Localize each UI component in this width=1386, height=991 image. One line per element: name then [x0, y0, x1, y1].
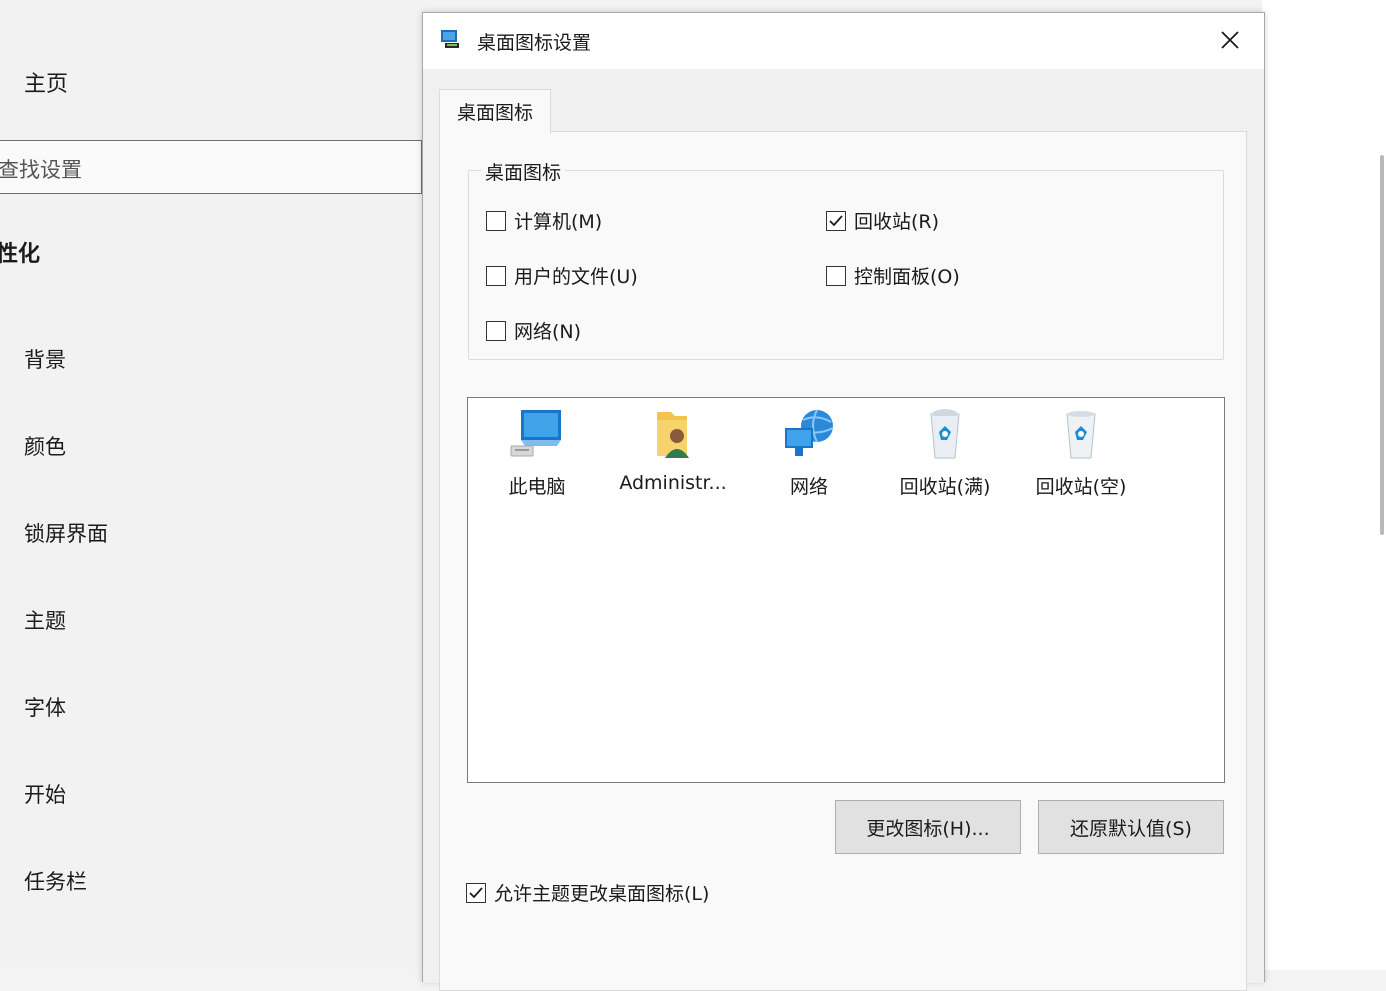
user-folder-icon	[657, 412, 689, 458]
dialog-title: 桌面图标设置	[477, 32, 592, 54]
checkbox-recycle-bin[interactable]: 回收站(R)	[826, 207, 939, 234]
recycle-bin-full-icon	[930, 409, 960, 459]
icon-label: 网络	[789, 476, 828, 498]
group-legend: 桌面图标	[481, 158, 566, 185]
nav-item-background[interactable]: 背景	[24, 344, 66, 374]
tab-area: 桌面图标 桌面图标 计算机(M) 回收站(R) 用户的文件(U) 控制面板(O)…	[423, 69, 1264, 991]
checkbox-box[interactable]	[486, 265, 506, 286]
checkbox-computer[interactable]: 计算机(M)	[486, 207, 602, 234]
icon-label: 此电脑	[508, 476, 566, 498]
nav-item-themes[interactable]: 主题	[24, 605, 66, 635]
nav-item-fonts[interactable]: 字体	[24, 692, 66, 722]
checkbox-label: 控制面板(O)	[854, 266, 960, 288]
change-icon-button[interactable]: 更改图标(H)...	[835, 800, 1021, 854]
icon-label: 回收站(满)	[899, 476, 991, 498]
checkbox-box[interactable]	[826, 265, 846, 286]
restore-default-button[interactable]: 还原默认值(S)	[1038, 800, 1224, 854]
section-title: 性化	[0, 242, 41, 267]
tab-panel: 桌面图标 计算机(M) 回收站(R) 用户的文件(U) 控制面板(O) 网络(N…	[439, 131, 1247, 991]
checkbox-label: 计算机(M)	[514, 211, 603, 233]
nav-item-colors[interactable]: 颜色	[24, 431, 66, 461]
nav-home[interactable]: 主页	[24, 66, 68, 98]
checkbox-network[interactable]: 网络(N)	[486, 317, 581, 344]
checkbox-label: 允许主题更改桌面图标(L)	[494, 883, 710, 905]
checkbox-box[interactable]	[486, 210, 506, 231]
scrollbar[interactable]	[1380, 155, 1384, 535]
checkbox-allow-themes[interactable]: 允许主题更改桌面图标(L)	[466, 879, 709, 906]
checkbox-label: 网络(N)	[514, 321, 582, 343]
checkbox-box[interactable]	[466, 882, 486, 903]
checkbox-control-panel[interactable]: 控制面板(O)	[826, 262, 960, 289]
checkbox-label: 用户的文件(U)	[514, 266, 638, 288]
desktop-icons-group: 桌面图标 计算机(M) 回收站(R) 用户的文件(U) 控制面板(O) 网络(N…	[468, 158, 1224, 360]
settings-content-area	[1262, 0, 1386, 970]
search-placeholder: 查找设置	[0, 158, 82, 182]
recycle-bin-empty-icon	[1066, 411, 1096, 459]
nav-item-taskbar[interactable]: 任务栏	[24, 866, 87, 896]
checkmark-icon	[829, 214, 843, 226]
nav-item-lock-screen[interactable]: 锁屏界面	[24, 518, 108, 548]
icon-list[interactable]: 此电脑 Administr... 网络 回收站(满) 回收站(空)	[467, 397, 1225, 783]
desktop-settings-icon	[441, 30, 459, 48]
icon-item-this-pc[interactable]: 此电脑	[474, 406, 600, 499]
search-input[interactable]: 查找设置	[0, 140, 422, 194]
icon-item-administrator[interactable]: Administr...	[610, 406, 736, 494]
icon-label: Administr...	[619, 472, 727, 494]
nav-item-start[interactable]: 开始	[24, 779, 66, 809]
icon-label: 回收站(空)	[1035, 476, 1127, 498]
close-icon	[1221, 31, 1239, 49]
checkbox-label: 回收站(R)	[854, 211, 940, 233]
network-icon	[785, 409, 834, 456]
checkbox-box[interactable]	[486, 320, 506, 341]
icon-item-recycle-bin-empty[interactable]: 回收站(空)	[1018, 406, 1144, 499]
tab-desktop-icons[interactable]: 桌面图标	[439, 89, 551, 133]
checkmark-icon	[469, 886, 483, 898]
icon-item-recycle-bin-full[interactable]: 回收站(满)	[882, 406, 1008, 499]
title-bar[interactable]: 桌面图标设置	[423, 13, 1264, 69]
icon-item-network[interactable]: 网络	[746, 406, 872, 499]
checkbox-user-files[interactable]: 用户的文件(U)	[486, 262, 638, 289]
close-button[interactable]	[1208, 21, 1252, 59]
checkbox-box[interactable]	[826, 210, 846, 231]
desktop-icon-settings-dialog: 桌面图标设置 桌面图标 桌面图标 计算机(M) 回收站(R) 用户的文件(U) …	[422, 12, 1265, 991]
this-pc-icon	[510, 410, 561, 457]
